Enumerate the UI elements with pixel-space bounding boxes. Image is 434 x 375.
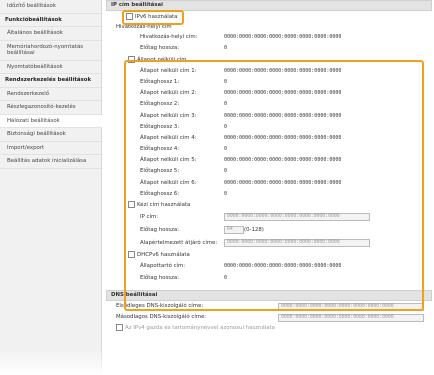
link-local-label: Hivatkozás-helyi cím: [140,34,198,41]
ipv4-hostname-label: Az IPv4 gazda és tartománynévvel azonosu… [125,325,275,332]
sidebar-item-import-export[interactable]: Import/export [0,142,101,155]
sidebar-item-security[interactable]: Biztonsági beállítások [0,128,101,142]
sidebar-item-timer[interactable]: Időzítő beállítások [0,0,101,14]
dns-secondary-field[interactable]: 0000:0000:0000:0000:0000:0000:0000:0000 [278,313,424,322]
ipv4-hostname-checkbox[interactable] [116,324,123,332]
sidebar-item-network[interactable]: Hálózati beállítások [0,114,102,128]
link-local-prefix-value: 0 [224,45,228,52]
ipv4-hostname-row[interactable]: Az IPv4 gazda és tartománynévvel azonosu… [116,323,275,334]
ipv6-highlight [122,10,184,25]
bottom-fade [0,349,434,375]
sidebar-item-general[interactable]: Általános beállítások [0,27,101,41]
sidebar-item-init[interactable]: Beállítás adatok inicializálása [0,155,101,169]
sidebar-item-admin[interactable]: Rendszerkezelő [0,88,101,101]
link-local-prefix-label: Előtag hossza: [140,45,180,52]
sidebar-item-printer[interactable]: Nyomtatóbeállítások [0,61,101,74]
sidebar-group-system: Rendszerkezelés beállítások [0,74,101,88]
settings-highlight [124,60,424,311]
sidebar-item-media-print[interactable]: Memóriahordozó-nyomtatás beállításai [0,41,101,61]
sidebar-item-department-id[interactable]: Részlegazonosító-kezelés [0,101,101,115]
main-panel: IP cím beállításai IPv6 használata Hivat… [106,0,432,375]
dns-secondary-label: Másodlagos DNS-kiszolgáló címe: [116,313,207,320]
sidebar-group-function: Funkcióbeállítások [0,14,101,27]
link-local-value: 0000:0000:0000:0000:0000:0000:0000:0000 [224,34,342,41]
sidebar: Időzítő beállítások Funkcióbeállítások Á… [0,0,102,375]
